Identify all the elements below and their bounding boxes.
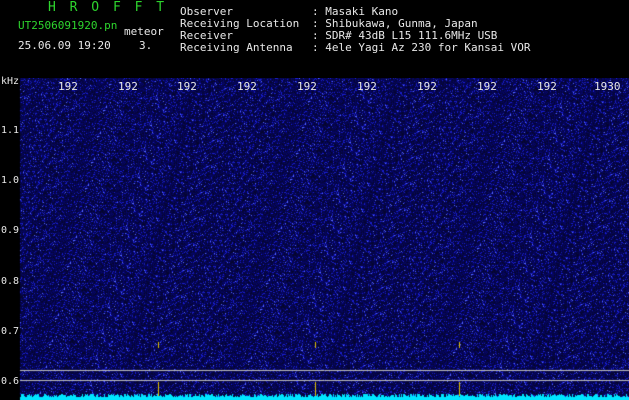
file-name: UT2506091920.pn	[18, 19, 118, 32]
x-tick-label: 192	[357, 80, 377, 93]
x-tick-label: 192	[417, 80, 437, 93]
x-tick-label: 192	[297, 80, 317, 93]
y-tick-label: 0.9	[1, 225, 20, 236]
x-tick-label: 192	[58, 80, 78, 93]
x-tick-label: 192	[237, 80, 257, 93]
x-tick-label: 1930	[594, 80, 621, 93]
waterfall-spectrogram	[0, 78, 629, 400]
x-tick-label: 192	[177, 80, 197, 93]
header-panel: H R O F F T UT2506091920.pn meteor 25.06…	[0, 0, 629, 78]
y-tick-label: 0.7	[1, 326, 20, 337]
y-tick-label: 1.1	[1, 125, 20, 136]
app-logo: H R O F F T	[48, 0, 168, 15]
observation-type: meteor	[124, 25, 164, 38]
antenna-value: : 4ele Yagi Az 230 for Kansai VOR	[312, 41, 531, 54]
y-tick-label: 1.0	[1, 175, 20, 186]
antenna-label: Receiving Antenna	[180, 41, 293, 54]
y-axis-unit: kHz	[1, 76, 20, 87]
y-tick-label: 0.6	[1, 376, 20, 387]
observation-counter: 3.	[139, 39, 153, 52]
x-tick-label: 192	[477, 80, 497, 93]
y-tick-label: 0.8	[1, 276, 20, 287]
x-tick-label: 192	[537, 80, 557, 93]
observation-datetime: 25.06.09 19:20	[18, 39, 111, 52]
x-tick-label: 192	[118, 80, 138, 93]
